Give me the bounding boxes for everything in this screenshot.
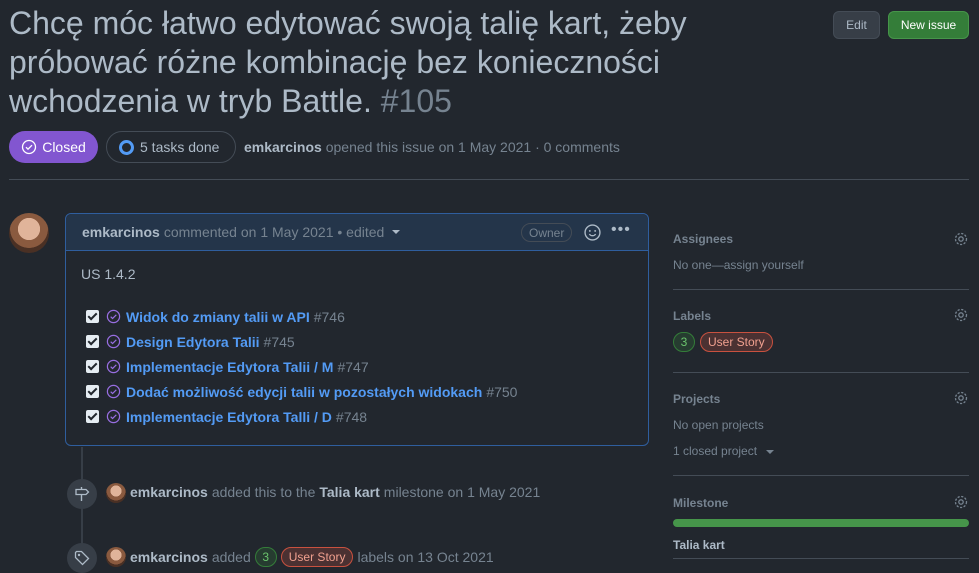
comment-author-link[interactable]: emkarcinos <box>82 224 160 240</box>
task-checkbox[interactable] <box>86 335 99 348</box>
task-checkbox[interactable] <box>86 310 99 323</box>
label-count-badge[interactable]: 3 <box>254 547 277 567</box>
task-ref: #747 <box>337 358 369 375</box>
closed-issue-icon <box>106 334 121 349</box>
event-text: added this to the <box>211 484 316 500</box>
gear-icon[interactable] <box>953 494 969 510</box>
smiley-icon[interactable] <box>584 224 601 241</box>
issue-state-badge: Closed <box>9 131 98 163</box>
more-options-icon[interactable]: ••• <box>611 221 631 239</box>
projects-title: Projects <box>673 392 721 406</box>
task-item: Dodać możliwość edycji talii w pozostały… <box>81 379 633 404</box>
tag-icon <box>67 543 97 573</box>
issue-number: #105 <box>380 83 452 119</box>
milestone-link[interactable]: Talia kart <box>673 538 725 552</box>
closed-issue-icon <box>106 309 121 324</box>
event-text: milestone on 1 May 2021 <box>383 484 541 500</box>
closed-issue-icon <box>106 409 121 424</box>
assignees-section: Assignees No one—assign yourself <box>673 213 969 290</box>
assignees-title: Assignees <box>673 232 734 246</box>
task-checkbox[interactable] <box>86 410 99 423</box>
task-item: Design Edytora Talii #745 <box>81 329 633 354</box>
issue-sidebar: Assignees No one—assign yourself Labels … <box>673 213 969 559</box>
issue-state-label: Closed <box>42 139 86 155</box>
task-checkbox[interactable] <box>86 360 99 373</box>
event-actor-link[interactable]: emkarcinos <box>130 549 208 565</box>
milestone-link[interactable]: Talia kart <box>319 484 379 500</box>
closed-projects-toggle[interactable]: 1 closed project <box>673 444 775 458</box>
event-avatar[interactable] <box>106 547 126 567</box>
issue-title-text: Chcę móc łatwo edytować swoją talię kart… <box>9 5 687 119</box>
chevron-down-icon <box>766 449 775 454</box>
no-open-projects: No open projects <box>673 418 764 432</box>
task-checkbox[interactable] <box>86 385 99 398</box>
issue-comment: emkarcinos commented on 1 May 2021 • edi… <box>65 213 649 446</box>
gear-icon[interactable] <box>953 231 969 247</box>
timeline-event: emkarcinos added 3 User Story labels on … <box>130 547 494 567</box>
timeline-event: emkarcinos added this to the Talia kart … <box>130 484 540 500</box>
closed-issue-icon <box>106 384 121 399</box>
user-story-label[interactable]: User Story <box>700 332 773 352</box>
comment-body: US 1.4.2 Widok do zmiany talii w API #74… <box>66 251 648 444</box>
issue-meta: emkarcinos opened this issue on 1 May 20… <box>244 139 620 155</box>
issue-author-link[interactable]: emkarcinos <box>244 139 322 155</box>
task-ref: #750 <box>486 383 518 400</box>
task-link[interactable]: Dodać możliwość edycji talii w pozostały… <box>126 384 482 400</box>
task-link[interactable]: Implementacje Edytora Talli / D <box>126 409 332 425</box>
milestone-icon <box>67 479 97 509</box>
progress-ring-icon <box>119 139 134 155</box>
issue-opened-text: opened this issue on 1 May 2021 · 0 comm… <box>325 139 620 155</box>
owner-badge: Owner <box>521 223 573 242</box>
labels-section: Labels 3 User Story <box>673 290 969 373</box>
gear-icon[interactable] <box>953 307 969 323</box>
task-item: Implementacje Edytora Talii / M #747 <box>81 354 633 379</box>
new-issue-button[interactable]: New issue <box>888 11 969 39</box>
user-story-label[interactable]: User Story <box>280 547 354 567</box>
task-ref: #746 <box>313 308 345 325</box>
closed-projects-label: 1 closed project <box>673 444 758 458</box>
comment-heading: US 1.4.2 <box>81 266 136 282</box>
closed-issue-icon <box>106 359 121 374</box>
task-link[interactable]: Implementacje Edytora Talii / M <box>126 359 333 375</box>
issue-title: Chcę móc łatwo edytować swoją talię kart… <box>9 4 709 121</box>
task-item: Widok do zmiany talii w API #746 <box>81 304 633 329</box>
event-text: labels on 13 Oct 2021 <box>357 549 494 565</box>
projects-section: Projects No open projects 1 closed proje… <box>673 373 969 476</box>
label-count-badge[interactable]: 3 <box>673 332 695 352</box>
author-avatar[interactable] <box>9 213 49 253</box>
edit-button[interactable]: Edit <box>833 11 880 39</box>
task-ref: #745 <box>263 333 295 350</box>
header-divider <box>9 179 969 180</box>
task-link[interactable]: Widok do zmiany talii w API <box>126 309 310 325</box>
labels-title: Labels <box>673 309 712 323</box>
milestone-title: Milestone <box>673 496 729 510</box>
event-text: added <box>211 549 251 565</box>
gear-icon[interactable] <box>953 390 969 406</box>
tasks-done-label: 5 tasks done <box>140 139 220 155</box>
comment-meta[interactable]: commented on 1 May 2021 • edited <box>164 224 384 240</box>
task-item: Implementacje Edytora Talli / D #748 <box>81 404 633 429</box>
task-list: Widok do zmiany talii w API #746 Design … <box>81 304 633 429</box>
chevron-down-icon[interactable] <box>392 230 401 234</box>
event-avatar[interactable] <box>106 483 126 503</box>
labels-list: 3 User Story <box>673 332 773 352</box>
task-link[interactable]: Design Edytora Talii <box>126 334 260 350</box>
event-actor-link[interactable]: emkarcinos <box>130 484 208 500</box>
assign-yourself-link[interactable]: No one—assign yourself <box>673 258 804 272</box>
task-ref: #748 <box>335 408 368 425</box>
milestone-progress-bar <box>673 519 969 527</box>
closed-check-icon <box>22 139 37 155</box>
tasks-progress-badge[interactable]: 5 tasks done <box>106 131 236 163</box>
comment-header: emkarcinos commented on 1 May 2021 • edi… <box>66 214 648 251</box>
milestone-section: Milestone Talia kart <box>673 476 969 559</box>
